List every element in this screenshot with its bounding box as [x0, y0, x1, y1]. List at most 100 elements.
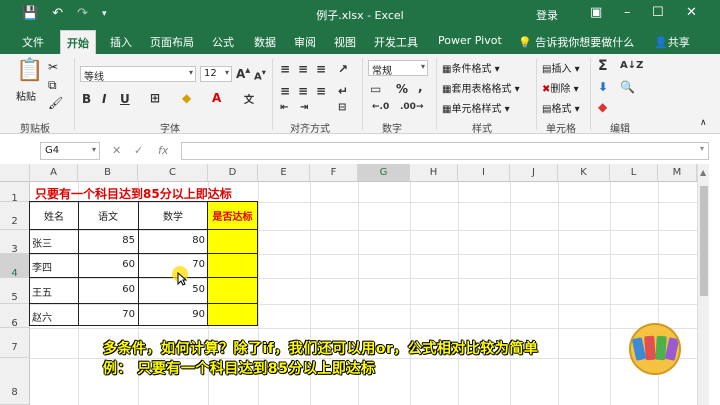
header-cell-math[interactable]: 数学 — [138, 208, 208, 223]
autosum-button[interactable]: Σ — [598, 58, 608, 74]
share-button[interactable]: 👤共享 — [654, 34, 690, 50]
column-header[interactable]: M — [658, 164, 697, 182]
percent-button[interactable]: % — [396, 82, 408, 96]
header-cell-pass[interactable]: 是否达标 — [207, 208, 258, 223]
tab-file[interactable]: 文件 — [22, 34, 44, 50]
row-header[interactable]: 6 — [0, 304, 30, 329]
italic-button[interactable]: I — [102, 92, 106, 106]
find-select-icon[interactable]: 🔍 — [620, 80, 635, 94]
decrease-indent-icon[interactable]: ⇤ — [280, 102, 288, 113]
increase-font-icon[interactable]: A▴ — [236, 65, 250, 81]
select-all-corner[interactable] — [0, 164, 30, 182]
format-cells-button[interactable]: ▤格式 ▾ — [542, 100, 580, 115]
increase-indent-icon[interactable]: ⇥ — [300, 102, 308, 113]
column-header[interactable]: E — [258, 164, 310, 182]
merge-center-icon[interactable]: ⊟ — [338, 102, 346, 113]
tell-me-box[interactable]: 💡 告诉我你想要做什么 — [518, 34, 634, 50]
paste-icon[interactable]: 📋 — [16, 58, 43, 83]
tab-data[interactable]: 数据 — [254, 34, 276, 50]
column-header[interactable]: H — [410, 164, 458, 182]
format-painter-icon[interactable]: 🖌 — [48, 96, 63, 110]
comma-style-button[interactable]: , — [418, 80, 423, 94]
column-header[interactable]: I — [458, 164, 510, 182]
ribbon-display-icon[interactable]: ▣ — [590, 5, 602, 20]
column-header-selected[interactable]: G — [358, 164, 410, 182]
expand-formula-icon[interactable]: ▾ — [700, 144, 704, 153]
column-header[interactable]: L — [610, 164, 658, 182]
column-header[interactable]: K — [558, 164, 610, 182]
tab-review[interactable]: 审阅 — [294, 34, 316, 50]
vertical-scrollbar[interactable]: ▲ — [697, 164, 709, 405]
increase-decimal-icon[interactable]: ←.0 — [372, 102, 389, 112]
scroll-thumb[interactable] — [700, 186, 708, 296]
row-header[interactable]: 2 — [0, 202, 30, 230]
align-bottom-icon[interactable]: ≡ — [316, 62, 326, 76]
fill-icon[interactable]: ⬇ — [598, 80, 608, 94]
row-header-selected[interactable]: 4 — [0, 254, 30, 279]
column-header[interactable]: F — [310, 164, 358, 182]
number-format-select[interactable]: 常规 ▾ — [368, 60, 428, 77]
align-right-icon[interactable]: ≡ — [316, 84, 326, 98]
minimize-icon[interactable]: – — [624, 5, 631, 20]
formula-input[interactable] — [181, 142, 709, 160]
header-cell-chinese[interactable]: 语文 — [78, 208, 138, 223]
maximize-icon[interactable]: ☐ — [652, 5, 664, 20]
close-icon[interactable]: ✕ — [686, 5, 697, 20]
row-header[interactable]: 7 — [0, 328, 30, 358]
sign-in-link[interactable]: 登录 — [536, 7, 558, 23]
table-cell-math[interactable]: 70 — [138, 259, 205, 270]
header-cell-name[interactable]: 姓名 — [30, 208, 78, 223]
font-name-select[interactable]: 等线 ▾ — [80, 66, 196, 83]
decrease-font-icon[interactable]: A▾ — [254, 67, 266, 82]
format-as-table-button[interactable]: ▦套用表格格式 ▾ — [442, 80, 520, 95]
insert-cells-button[interactable]: ▤插入 ▾ — [542, 60, 580, 75]
clear-icon[interactable]: ◆ — [598, 100, 607, 114]
table-cell-math[interactable]: 50 — [138, 284, 205, 295]
cancel-icon[interactable]: ✕ — [112, 144, 121, 157]
table-cell-math[interactable]: 90 — [138, 309, 205, 320]
cell-styles-button[interactable]: ▦单元格样式 ▾ — [442, 100, 510, 115]
tab-home[interactable]: 开始 — [60, 30, 96, 54]
font-size-select[interactable]: 12 ▾ — [200, 66, 232, 82]
tab-view[interactable]: 视图 — [334, 34, 356, 50]
accounting-format-icon[interactable]: ▭ — [370, 82, 381, 96]
sort-filter-icon[interactable]: A↓Z — [620, 60, 643, 71]
font-color-icon[interactable]: A — [212, 91, 221, 105]
borders-icon[interactable]: ⊞ — [150, 91, 160, 105]
delete-cells-button[interactable]: ✖删除 ▾ — [542, 80, 579, 95]
tab-insert[interactable]: 插入 — [110, 34, 132, 50]
collapse-ribbon-icon[interactable]: ∧ — [700, 118, 707, 128]
column-header[interactable]: C — [138, 164, 208, 182]
table-cell-name[interactable]: 李四 — [32, 259, 52, 274]
scroll-up-icon[interactable]: ▲ — [700, 168, 706, 177]
row-header[interactable]: 3 — [0, 230, 30, 255]
tab-power-pivot[interactable]: Power Pivot — [438, 34, 502, 47]
row-header[interactable]: 1 — [0, 182, 30, 204]
table-cell-chinese[interactable]: 60 — [78, 284, 135, 295]
tab-formulas[interactable]: 公式 — [212, 34, 234, 50]
align-left-icon[interactable]: ≡ — [280, 84, 290, 98]
fill-color-icon[interactable]: ◆ — [182, 91, 191, 105]
align-middle-icon[interactable]: ≡ — [298, 62, 308, 76]
column-header[interactable]: A — [30, 164, 78, 182]
row-header[interactable]: 8 — [0, 358, 30, 405]
wrap-text-icon[interactable]: ↵ — [338, 84, 348, 98]
column-header[interactable]: J — [510, 164, 558, 182]
align-center-icon[interactable]: ≡ — [298, 84, 308, 98]
copy-icon[interactable]: ⧉ — [48, 78, 57, 93]
bold-button[interactable]: B — [82, 92, 91, 106]
table-cell-chinese[interactable]: 60 — [78, 259, 135, 270]
underline-button[interactable]: U — [120, 92, 130, 106]
paste-button[interactable]: 粘贴 — [16, 88, 36, 103]
sheet-title-cell[interactable]: 只要有一个科目达到85分以上即达标 — [35, 185, 232, 202]
table-cell-chinese[interactable]: 70 — [78, 309, 135, 320]
table-cell-chinese[interactable]: 85 — [78, 235, 135, 246]
cut-icon[interactable]: ✂ — [48, 60, 58, 74]
align-top-icon[interactable]: ≡ — [280, 62, 290, 76]
enter-icon[interactable]: ✓ — [134, 144, 143, 157]
conditional-formatting-button[interactable]: ▦条件格式 ▾ — [442, 60, 500, 75]
insert-function-icon[interactable]: fx — [158, 144, 168, 157]
column-header[interactable]: B — [78, 164, 138, 182]
phonetic-icon[interactable]: 文 — [244, 91, 254, 106]
row-header[interactable]: 5 — [0, 278, 30, 304]
